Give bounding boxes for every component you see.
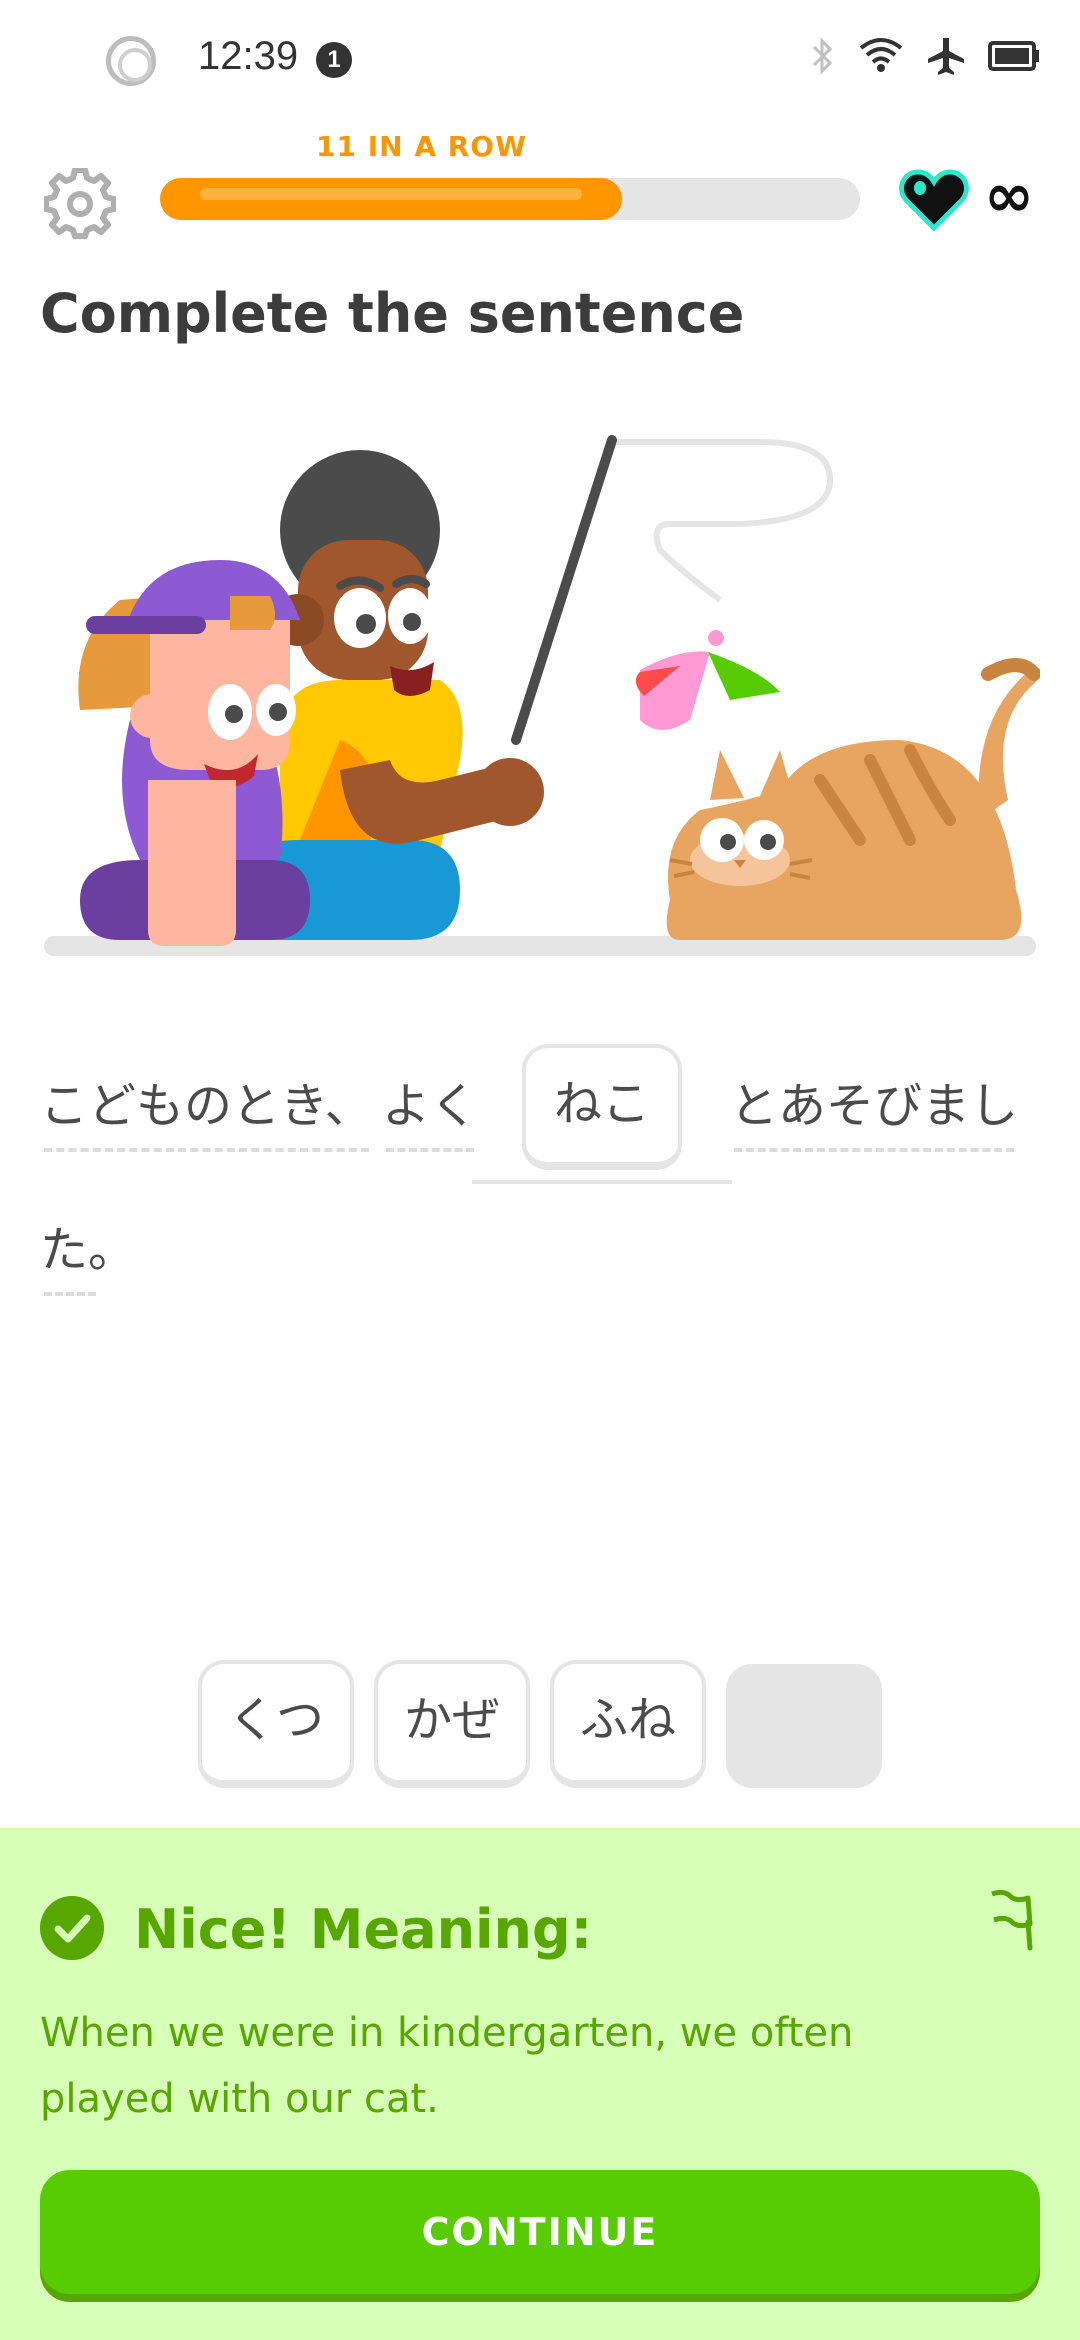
status-time: 12:39 [198, 34, 299, 78]
feedback-title: Nice! Meaning: [134, 1898, 593, 1961]
kids-playing-with-cat-illustration [44, 435, 1040, 956]
word-text: た。 [40, 1222, 137, 1278]
sentence-word[interactable]: こどものとき、 [40, 1076, 373, 1152]
word-underline [386, 1148, 475, 1152]
bluetooth-icon [812, 37, 833, 75]
word-bank-option[interactable]: くつ [198, 1660, 354, 1788]
word-underline [734, 1148, 1015, 1152]
report-flag-icon[interactable] [984, 1888, 1040, 1952]
word-text: とあそびまし [730, 1078, 1019, 1134]
battery-icon [988, 41, 1039, 71]
wifi-icon [859, 38, 903, 72]
feedback-meaning: When we were in kindergarten, we often p… [40, 2010, 854, 2122]
page-title: Complete the sentence [40, 282, 745, 345]
lesson-progress-bar [160, 178, 860, 220]
word-underline [44, 1148, 369, 1152]
sentence-word[interactable]: よく [382, 1076, 479, 1152]
word-text: こどものとき、 [40, 1078, 373, 1134]
airplane-icon [928, 38, 964, 75]
feedback-panel: Nice! Meaning: When we were in kindergar… [0, 1828, 1080, 2340]
progress-shine [200, 188, 582, 200]
record-icon [106, 36, 156, 86]
status-icons [810, 36, 1040, 76]
sentence-word[interactable]: とあそびまし [730, 1076, 1019, 1152]
word-bank-empty-slot [726, 1664, 882, 1788]
notification-badge: 1 [316, 42, 352, 78]
sentence-area: こどものとき、 よく ねこ とあそびまし た。 [40, 1040, 1040, 1300]
settings-gear-icon[interactable] [44, 168, 116, 240]
answer-chip[interactable]: ねこ [522, 1044, 682, 1170]
heart-icon[interactable] [898, 168, 970, 232]
word-bank-option[interactable]: ふね [550, 1660, 706, 1788]
continue-button[interactable]: CONTINUE [40, 2170, 1040, 2294]
streak-label: 11 IN A ROW [316, 130, 527, 163]
lesson-progress-fill [160, 178, 622, 220]
status-bar: 12:39 1 [0, 0, 1080, 120]
hearts-count: ∞ [984, 161, 1034, 231]
word-underline [44, 1292, 97, 1296]
answer-blank-line [472, 1180, 732, 1184]
check-icon [40, 1896, 104, 1960]
word-bank-option[interactable]: かぜ [374, 1660, 530, 1788]
sentence-word[interactable]: た。 [40, 1220, 137, 1296]
word-text: よく [382, 1078, 479, 1134]
